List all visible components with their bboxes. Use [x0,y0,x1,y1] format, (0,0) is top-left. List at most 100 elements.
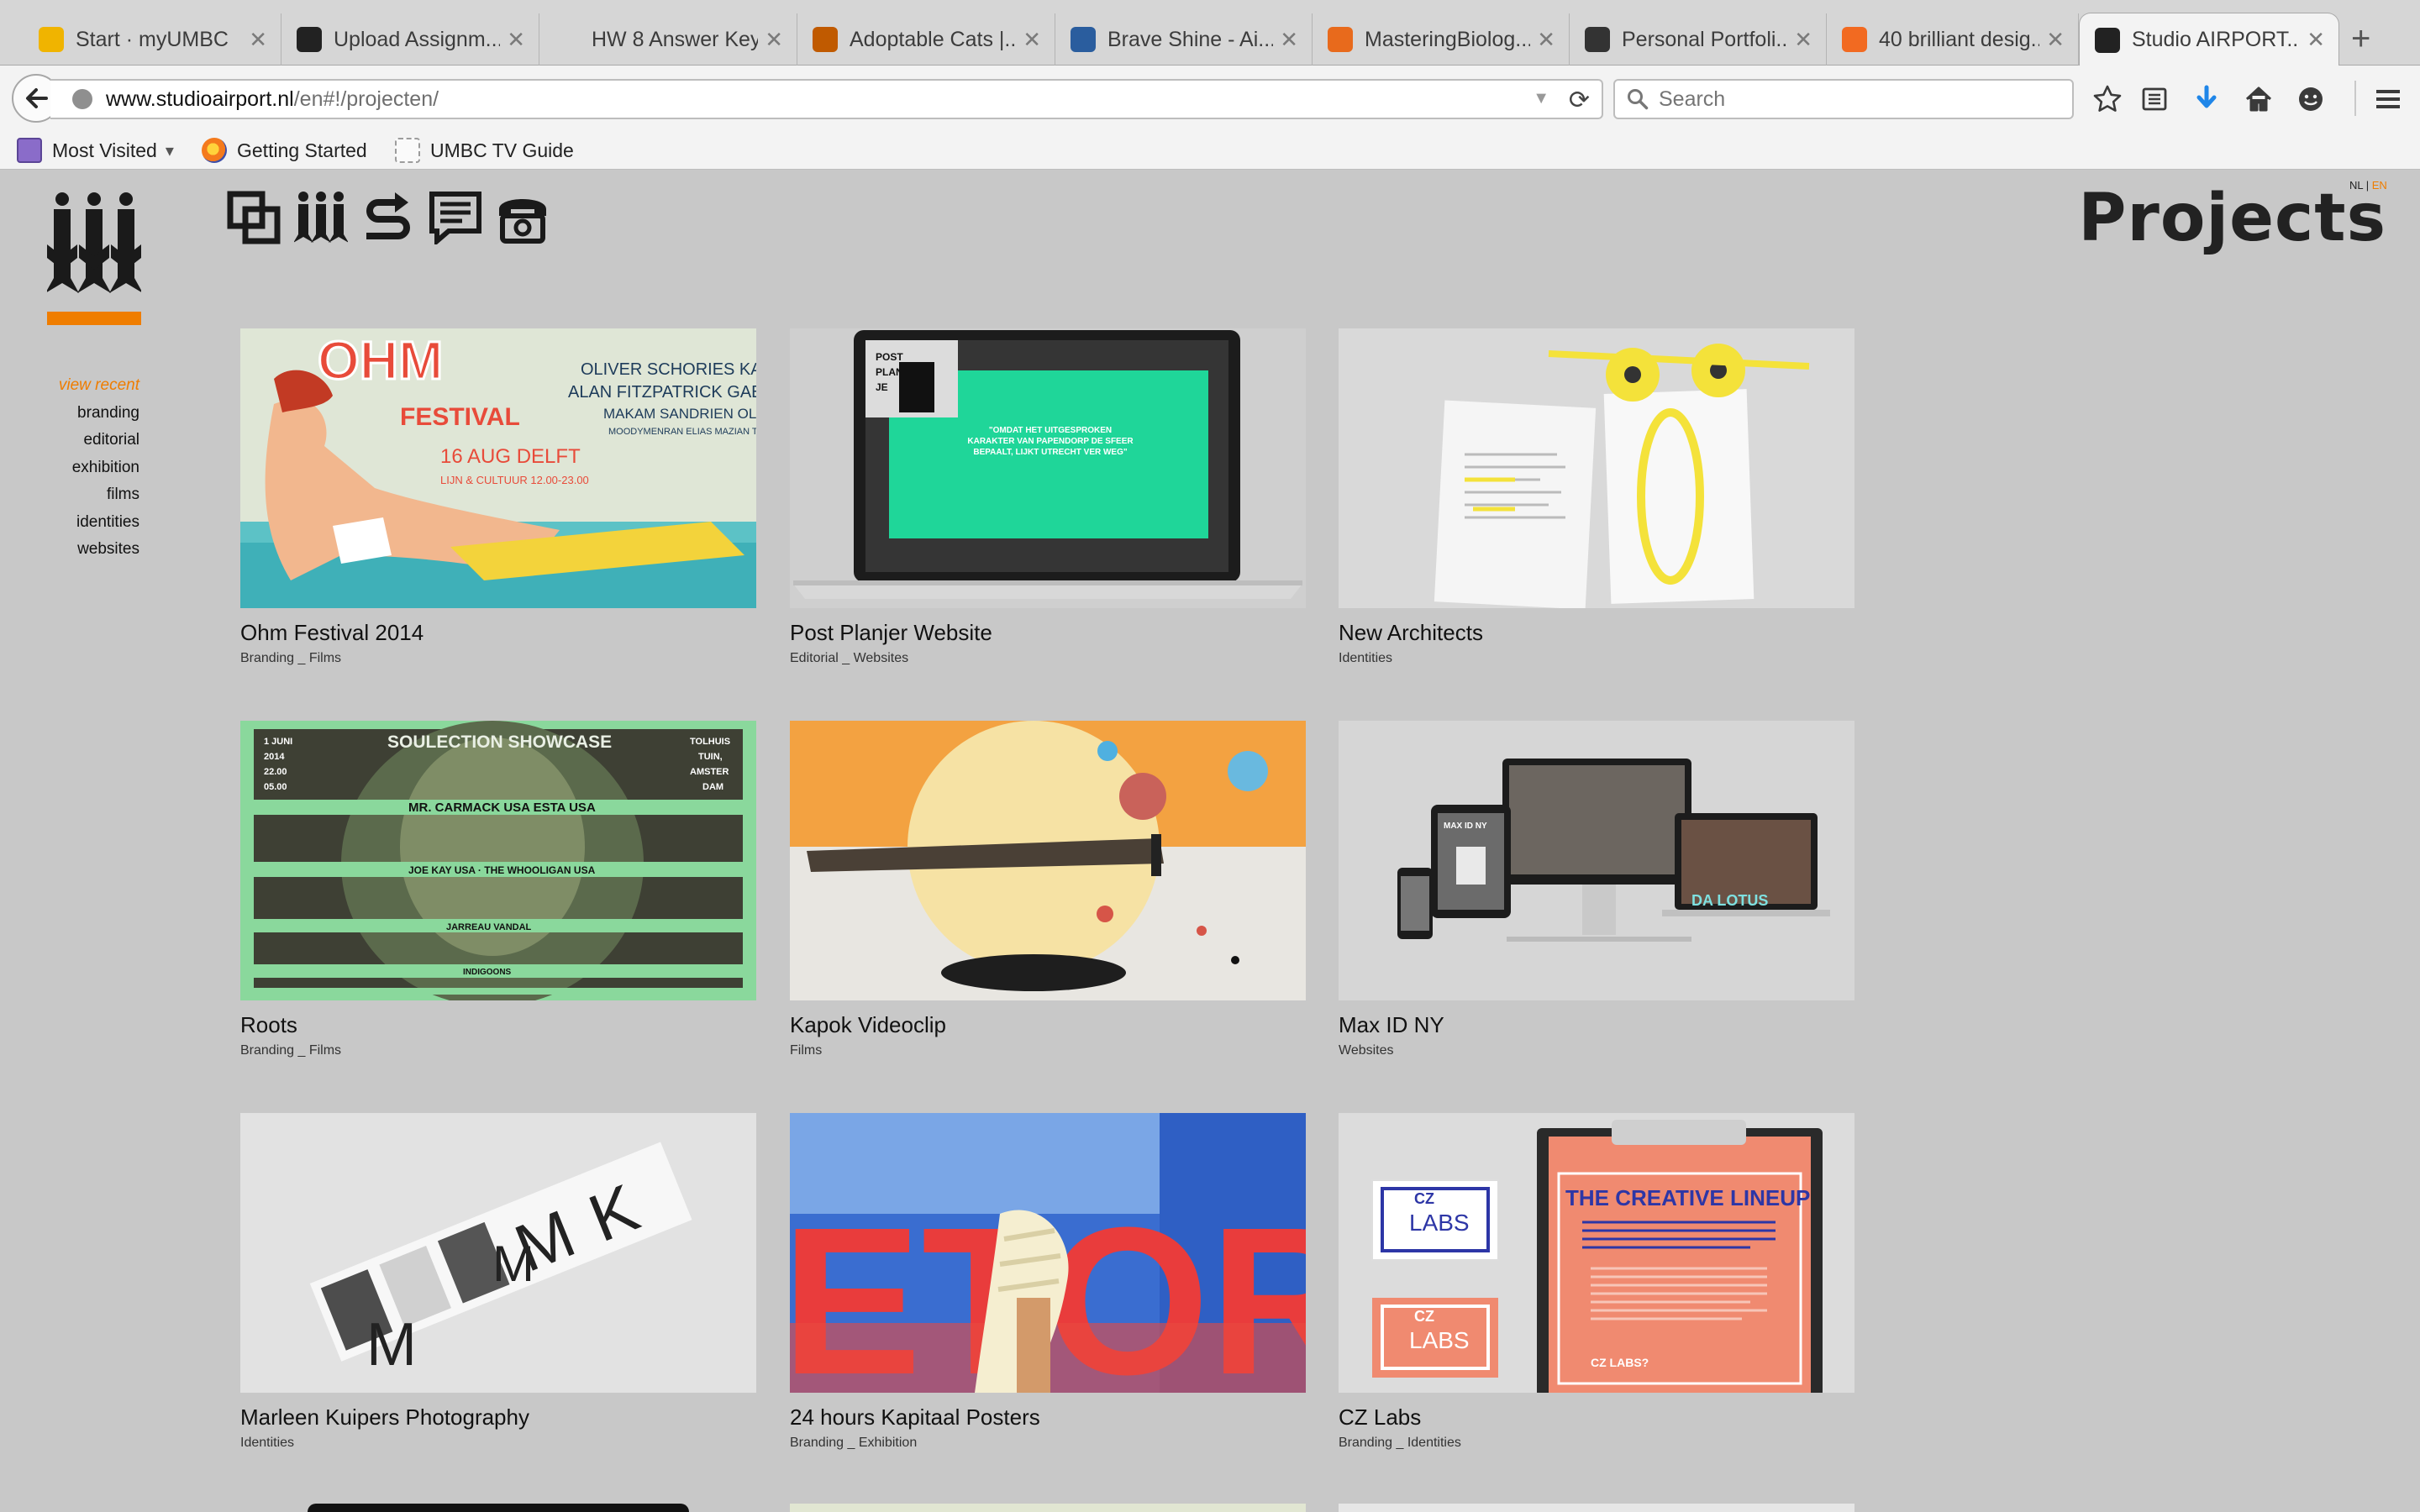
svg-text:OLIVER SCHORIES KARI: OLIVER SCHORIES KARI [581,360,756,379]
browser-tab[interactable]: Start · myUMBC ✕ [24,13,281,66]
close-tab-icon[interactable]: ✕ [1794,27,1812,53]
close-tab-icon[interactable]: ✕ [1537,27,1555,53]
project-title[interactable]: Kapok Videoclip [790,1012,1306,1038]
new-tab-button[interactable]: + [2351,22,2370,55]
project-title[interactable]: Ohm Festival 2014 [240,620,756,646]
filter-exhibition[interactable]: exhibition [59,454,139,482]
news-document-icon[interactable] [429,191,482,244]
reading-list-icon[interactable] [2138,82,2171,116]
project-card[interactable]: New Architects Identities [1339,328,1854,666]
close-tab-icon[interactable]: ✕ [1023,27,1041,53]
project-card[interactable]: Kapok Videoclip Films [790,721,1306,1058]
project-thumbnail[interactable]: DA LOTUS MAX ID NY [1339,721,1854,1000]
search-bar[interactable] [1613,79,2074,119]
filter-websites[interactable]: websites [59,536,139,564]
project-thumbnail-partial[interactable] [308,1504,689,1512]
menu-icon[interactable] [2371,82,2405,116]
bookmark-item[interactable]: Most Visited ▾ [17,134,174,166]
browser-tab[interactable]: HW 8 Answer Key.pdf✕ [539,13,797,66]
bookmark-item[interactable]: Getting Started [202,134,367,166]
browser-tab[interactable]: 40 brilliant desig... ✕ [1827,13,2079,66]
tab-title: 40 brilliant desig... [1879,27,2040,51]
svg-text:LIJN & CULTUUR 12.00-23.00: LIJN & CULTUUR 12.00-23.00 [440,474,589,486]
close-tab-icon[interactable]: ✕ [765,27,783,53]
project-thumbnail[interactable] [790,721,1306,1000]
download-icon[interactable] [2190,82,2223,116]
url-bar[interactable]: www.studioairport.nl/en#!/projecten/ ▼ ⟳ [50,79,1603,119]
browser-tab[interactable]: Studio AIRPORT... ✕ [2079,13,2339,66]
close-tab-icon[interactable]: ✕ [507,27,525,53]
contact-phone-icon[interactable] [496,191,550,244]
url-host: www.studioairport.nl [106,87,294,111]
close-tab-icon[interactable]: ✕ [249,27,267,53]
dropdown-arrow-icon: ▾ [165,141,174,160]
bookmark-label: Most Visited [52,139,157,161]
hello-chat-icon[interactable] [2294,82,2328,116]
svg-text:MAKAM SANDRIEN OLIVIER: MAKAM SANDRIEN OLIVIER [603,406,756,422]
filter-view-recent[interactable]: view recent [59,372,139,400]
airport-icon [2095,27,2120,53]
project-title[interactable]: Post Planjer Website [790,620,1306,646]
switch-arrows-icon[interactable] [361,191,415,244]
reload-icon[interactable]: ⟳ [1569,86,1590,115]
project-title[interactable]: New Architects [1339,620,1854,646]
project-categories: Identities [1339,651,1393,665]
project-thumbnail-partial[interactable] [790,1504,1306,1512]
studio-arrows-icon[interactable] [294,191,348,244]
url-text[interactable]: www.studioairport.nl/en#!/projecten/ [106,87,439,112]
browser-tab[interactable]: Brave Shine - Ai... ✕ [1055,13,1313,66]
project-card[interactable]: M K M M Marleen Kuipers Photography Ident… [240,1113,756,1451]
browser-tab[interactable]: Adoptable Cats |... ✕ [797,13,1055,66]
project-card[interactable]: SOULECTION SHOWCASE 1 JUNI 2014 22.00 05… [240,721,756,1058]
filter-editorial[interactable]: editorial [59,427,139,454]
project-title[interactable]: Max ID NY [1339,1012,1854,1038]
tab-title: MasteringBiolog... [1365,27,1531,51]
project-thumbnail[interactable]: THE CREATIVE LINEUP CZ LABS? CZ LABS CZ … [1339,1113,1854,1393]
close-tab-icon[interactable]: ✕ [2046,27,2065,53]
close-tab-icon[interactable]: ✕ [1280,27,1298,53]
blank-favicon-icon [555,27,580,52]
tab-title: Adoptable Cats |... [850,27,1017,51]
filter-identities[interactable]: identities [59,509,139,537]
filter-branding[interactable]: branding [59,400,139,428]
bookmark-star-icon[interactable] [2091,82,2124,116]
project-title[interactable]: 24 hours Kapitaal Posters [790,1404,1306,1431]
svg-text:MAX ID NY: MAX ID NY [1444,822,1487,831]
project-categories: Films [790,1043,823,1058]
project-thumbnail-partial[interactable] [1339,1504,1854,1512]
search-input[interactable] [1659,87,2054,112]
project-thumbnail[interactable]: M K M M [240,1113,756,1393]
browser-tab[interactable]: Upload Assignm... ✕ [281,13,539,66]
tab-title: Start · myUMBC [76,27,229,51]
url-dropdown-icon[interactable]: ▼ [1533,89,1549,108]
project-card[interactable]: POST PLAN JE "OMDAT HET UITGESPROKEN KAR… [790,328,1306,666]
svg-text:M: M [366,1311,417,1378]
browser-tab[interactable]: Personal Portfoli... ✕ [1570,13,1827,66]
studio-airport-logo[interactable] [47,192,141,325]
project-thumbnail[interactable] [1339,328,1854,608]
project-card[interactable]: DA LOTUS MAX ID NY Max ID NY Websites [1339,721,1854,1058]
bookmarks-toolbar: Most Visited ▾ Getting Started UMBC TV Guid… [0,131,2420,170]
project-thumbnail[interactable]: POST PLAN JE "OMDAT HET UITGESPROKEN KAR… [790,328,1306,608]
project-card[interactable]: THE CREATIVE LINEUP CZ LABS? CZ LABS CZ … [1339,1113,1854,1451]
search-icon [1628,89,1649,110]
project-thumbnail[interactable]: OHM FESTIVAL 16 AUG DELFT LIJN & CULTUUR… [240,328,756,608]
svg-text:TOLHUIS: TOLHUIS [690,737,730,747]
home-icon[interactable] [2242,82,2275,116]
svg-text:LABS: LABS [1409,1327,1470,1353]
ship-icon [1071,27,1096,52]
svg-text:CZ: CZ [1414,1308,1434,1325]
project-thumbnail[interactable]: ETOR [790,1113,1306,1393]
close-tab-icon[interactable]: ✕ [2307,27,2325,53]
bookmark-item[interactable]: UMBC TV Guide [395,134,574,166]
browser-tab[interactable]: MasteringBiolog... ✕ [1313,13,1570,66]
project-title[interactable]: Roots [240,1012,756,1038]
projects-squares-icon[interactable] [227,191,281,244]
bookmark-label: UMBC TV Guide [430,139,574,161]
project-title[interactable]: CZ Labs [1339,1404,1854,1431]
project-card[interactable]: OHM FESTIVAL 16 AUG DELFT LIJN & CULTUUR… [240,328,756,666]
project-title[interactable]: Marleen Kuipers Photography [240,1404,756,1431]
filter-films[interactable]: films [59,481,139,509]
project-thumbnail[interactable]: SOULECTION SHOWCASE 1 JUNI 2014 22.00 05… [240,721,756,1000]
project-card[interactable]: ETOR 24 hours Kapitaal Posters Branding _… [790,1113,1306,1451]
